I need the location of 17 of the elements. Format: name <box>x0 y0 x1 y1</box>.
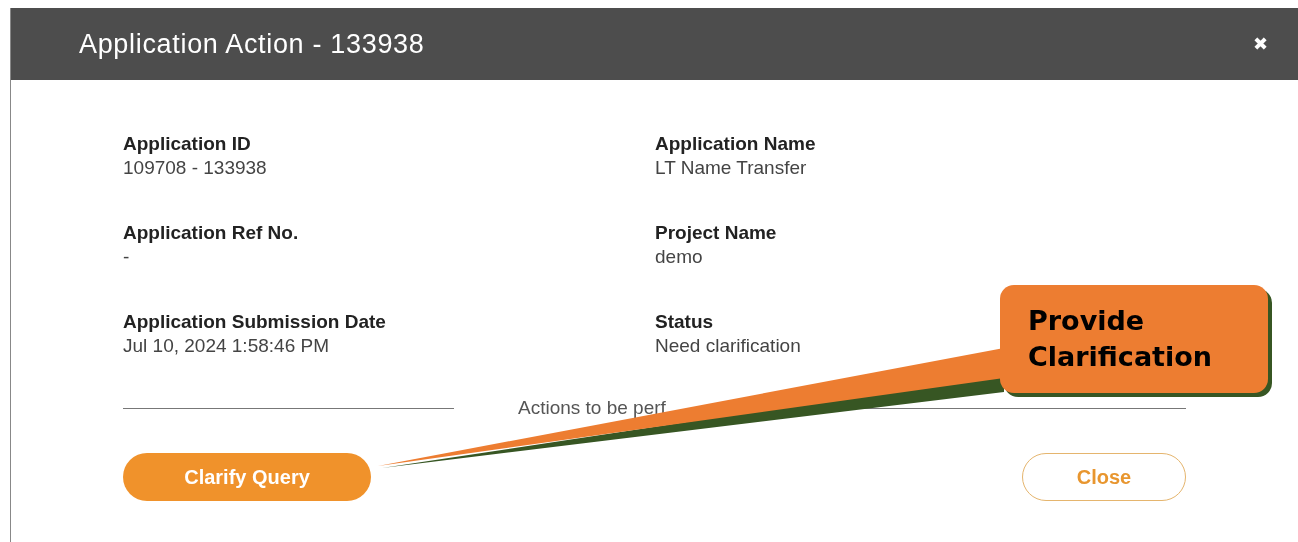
field-label: Project Name <box>655 221 777 245</box>
field-value: 109708 - 133938 <box>123 156 267 180</box>
callout-text: Provide Clarification <box>1028 304 1214 374</box>
field-value: - <box>123 245 130 269</box>
field-label: Application ID <box>123 132 251 156</box>
field-value: Need clarification <box>655 334 801 358</box>
field-value: demo <box>655 245 703 269</box>
field-label: Application Submission Date <box>123 310 386 334</box>
field-label: Application Ref No. <box>123 221 299 245</box>
clarify-button[interactable]: Clarify Query <box>123 452 371 501</box>
section-heading: Actions to be perf <box>518 396 667 420</box>
dialog-title: Application Action - 133938 <box>79 27 425 61</box>
field-label: Status <box>655 310 714 334</box>
field-value: Jul 10, 2024 1:58:46 PM <box>123 334 329 358</box>
close-button[interactable]: Close <box>1022 452 1186 501</box>
field-value: LT Name Transfer <box>655 156 807 180</box>
field-label: Application Name <box>655 132 816 156</box>
